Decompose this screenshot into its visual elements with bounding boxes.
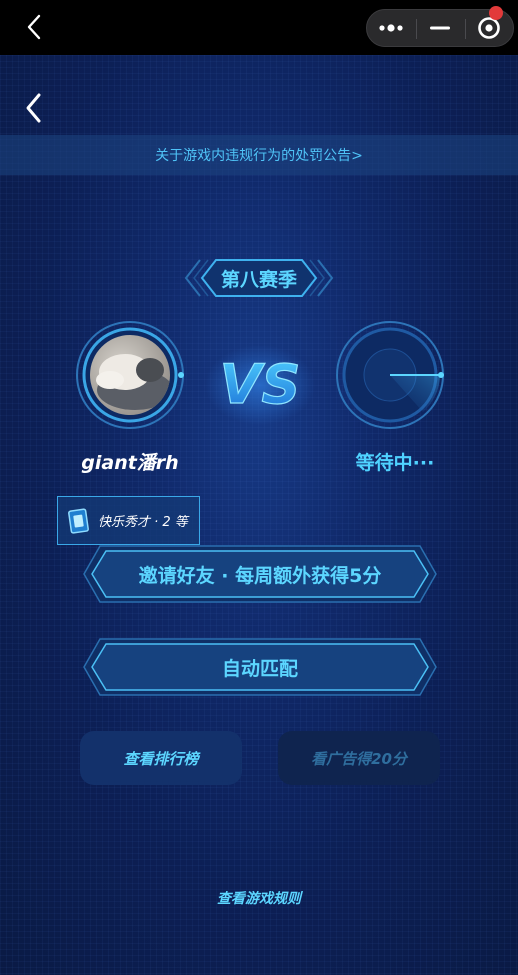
rank-badge: 快乐秀才 · 2 等 bbox=[57, 496, 200, 545]
capsule-divider bbox=[465, 19, 466, 39]
capsule-divider bbox=[416, 19, 417, 39]
vs-emblem: VS bbox=[205, 345, 315, 425]
more-button[interactable] bbox=[367, 10, 416, 46]
leaderboard-button[interactable]: 查看排行榜 bbox=[80, 731, 242, 785]
more-dots-icon bbox=[379, 24, 403, 32]
player-avatar bbox=[76, 321, 184, 429]
vs-text: VS bbox=[220, 353, 301, 416]
invite-friends-button[interactable]: 邀请好友 · 每周额外获得5分 bbox=[82, 543, 438, 605]
back-icon[interactable] bbox=[20, 91, 48, 125]
opponent-waiting-indicator bbox=[336, 321, 444, 429]
watch-ad-button[interactable]: 看广告得20分 bbox=[278, 731, 440, 785]
system-top-bar bbox=[0, 0, 518, 55]
player-name: giant潘rh bbox=[81, 452, 179, 474]
penalty-notice-link[interactable]: 关于游戏内违规行为的处罚公告> bbox=[0, 135, 518, 175]
opponent-status: 等待中··· bbox=[355, 452, 435, 474]
game-rules-link[interactable]: 查看游戏规则 bbox=[0, 888, 518, 908]
card-icon bbox=[68, 508, 89, 534]
game-screen: 关于游戏内违规行为的处罚公告> 第八赛季 VS giant潘rh 等待中··· … bbox=[0, 55, 518, 975]
auto-match-button[interactable]: 自动匹配 bbox=[82, 636, 438, 698]
season-label: 第八赛季 bbox=[220, 268, 297, 291]
minus-icon bbox=[430, 26, 450, 30]
rank-text: 快乐秀才 · 2 等 bbox=[98, 515, 188, 530]
notification-dot bbox=[489, 6, 503, 20]
season-badge: 第八赛季 bbox=[184, 254, 334, 302]
top-back-icon[interactable] bbox=[22, 13, 48, 41]
minimize-button[interactable] bbox=[416, 10, 465, 46]
invite-friends-label: 邀请好友 · 每周额外获得5分 bbox=[138, 564, 382, 587]
auto-match-label: 自动匹配 bbox=[221, 657, 298, 680]
mini-program-capsule bbox=[366, 6, 514, 47]
